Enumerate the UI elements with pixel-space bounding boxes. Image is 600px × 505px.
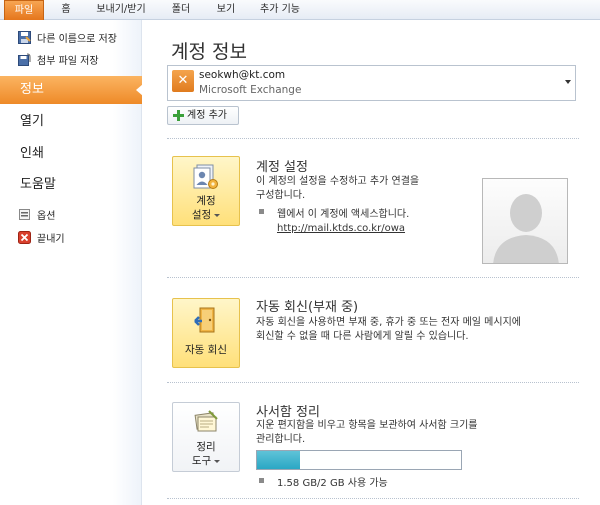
tab-view[interactable]: 보기 (208, 0, 244, 20)
account-settings-title: 계정 설정 (256, 160, 308, 175)
dropdown-caret-icon (214, 213, 221, 217)
nav-item-help[interactable]: 도움말 (0, 171, 140, 199)
mailbox-cleanup-desc-1: 지운 편지함을 비우고 항목을 보관하여 사서함 크기를 (256, 420, 478, 431)
add-account-button[interactable]: 계정 추가 (167, 106, 239, 125)
tab-file[interactable]: 파일 (4, 0, 44, 20)
options-icon (18, 208, 31, 221)
account-settings-button[interactable]: 계정 설정 (172, 156, 240, 226)
save-attachments-command[interactable]: 첨부 파일 저장 (0, 48, 140, 70)
exchange-icon: ✕ (172, 70, 194, 92)
auto-reply-icon (194, 307, 218, 336)
plus-icon (173, 110, 184, 121)
cleanup-tools-label-1: 정리 (196, 441, 216, 453)
account-selector[interactable]: ✕ seokwh@kt.com Microsoft Exchange (167, 65, 576, 101)
exit-icon (18, 230, 31, 244)
options-label: 옵션 (37, 210, 56, 222)
tab-add-ins[interactable]: 추가 기능 (250, 0, 310, 20)
auto-reply-title: 자동 회신(부재 중) (256, 300, 359, 315)
account-settings-desc-2: 구성합니다. (256, 190, 306, 201)
nav-item-info[interactable]: 정보 (0, 76, 143, 104)
tab-folder[interactable]: 폴더 (160, 0, 202, 20)
add-account-label: 계정 추가 (187, 110, 227, 121)
account-info-pane: 계정 정보 ✕ seokwh@kt.com Microsoft Exchange… (143, 20, 600, 505)
chevron-down-icon[interactable] (565, 80, 571, 84)
cleanup-tools-button[interactable]: 정리 도구 (172, 402, 240, 472)
bullet (259, 209, 264, 214)
divider (167, 498, 579, 499)
account-settings-icon (193, 163, 219, 194)
bullet (259, 478, 264, 483)
account-settings-label-2: 설정 (173, 208, 239, 223)
tab-home[interactable]: 홈 (50, 0, 82, 20)
nav-item-print[interactable]: 인쇄 (0, 140, 140, 168)
save-attachments-icon (18, 52, 31, 66)
owa-link[interactable]: http://mail.ktds.co.kr/owa (277, 223, 405, 234)
account-settings-label-1: 계정 (196, 195, 216, 207)
nav-item-open[interactable]: 열기 (0, 108, 140, 136)
contact-photo[interactable] (482, 178, 568, 264)
quota-bar-fill (257, 451, 300, 469)
page-title: 계정 정보 (171, 41, 247, 63)
ribbon-tab-bar: 파일 홈 보내기/받기 폴더 보기 추가 기능 (0, 0, 600, 20)
auto-reply-desc-2: 회신할 수 없을 때 다른 사람에게 알릴 수 있습니다. (256, 331, 469, 342)
mailbox-cleanup-desc-2: 관리합니다. (256, 434, 306, 445)
account-email: seokwh@kt.com (199, 69, 286, 81)
mailbox-quota-bar (256, 450, 462, 470)
save-as-icon (18, 30, 31, 44)
divider (167, 382, 579, 383)
account-type: Microsoft Exchange (199, 84, 302, 96)
exit-command[interactable]: 끝내기 (0, 226, 140, 248)
tab-send-receive[interactable]: 보내기/받기 (88, 0, 154, 20)
exit-label: 끝내기 (37, 233, 65, 245)
divider (167, 138, 579, 139)
dropdown-caret-icon (214, 459, 221, 463)
auto-reply-label: 자동 회신 (185, 344, 227, 356)
options-command[interactable]: 옵션 (0, 203, 140, 225)
person-silhouette-icon (493, 194, 559, 263)
auto-reply-desc-1: 자동 회신을 사용하면 부재 중, 휴가 중 또는 전자 메일 메시지에 (256, 317, 521, 328)
web-access-text: 웹에서 이 계정에 액세스합니다. (277, 209, 410, 220)
quota-text: 1.58 GB/2 GB 사용 가능 (277, 478, 388, 489)
backstage-nav: 다른 이름으로 저장 첨부 파일 저장 정보 열기 인쇄 도움말 옵션 끝내기 (0, 20, 143, 505)
divider (167, 277, 579, 278)
account-settings-desc-1: 이 계정의 설정을 수정하고 추가 연결을 (256, 176, 420, 187)
mailbox-cleanup-title: 사서함 정리 (256, 405, 320, 420)
cleanup-tools-label-2: 도구 (173, 454, 239, 469)
save-attachments-label: 첨부 파일 저장 (37, 55, 99, 67)
auto-reply-button[interactable]: 자동 회신 (172, 298, 240, 368)
save-as-label: 다른 이름으로 저장 (37, 33, 117, 45)
cleanup-tools-icon (193, 409, 219, 436)
save-as-command[interactable]: 다른 이름으로 저장 (0, 26, 140, 48)
